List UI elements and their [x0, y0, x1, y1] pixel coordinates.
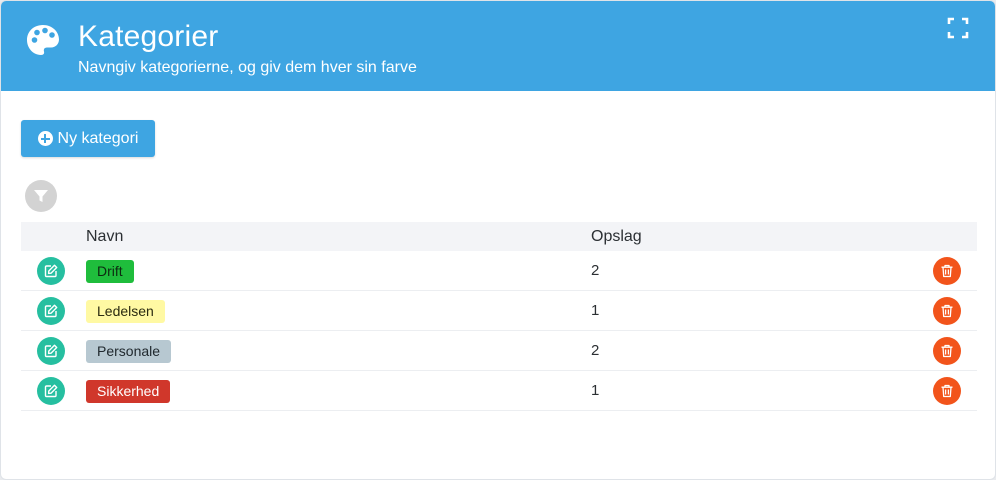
trash-icon	[941, 344, 953, 358]
edit-icon	[44, 344, 58, 358]
edit-button[interactable]	[37, 297, 65, 325]
table-row: Personale 2	[21, 331, 977, 371]
new-category-label: Ny kategori	[57, 129, 139, 147]
trash-icon	[941, 384, 953, 398]
edit-button[interactable]	[37, 257, 65, 285]
filter-icon	[34, 190, 48, 202]
plus-circle-icon	[37, 131, 53, 146]
edit-icon	[44, 384, 58, 398]
delete-button[interactable]	[933, 257, 961, 285]
page-title: Kategorier	[78, 20, 219, 53]
post-count: 2	[591, 262, 600, 279]
edit-icon	[44, 304, 58, 318]
category-tag: Drift	[86, 260, 134, 283]
column-header-name: Navn	[86, 228, 124, 245]
panel-header: Kategorier Navngiv kategorierne, og giv …	[1, 1, 995, 91]
trash-icon	[941, 304, 953, 318]
table-row: Ledelsen 1	[21, 291, 977, 331]
new-category-button[interactable]: Ny kategori	[21, 120, 155, 157]
table-row: Drift 2	[21, 251, 977, 291]
table-row: Sikkerhed 1	[21, 371, 977, 411]
category-tag: Personale	[86, 340, 172, 363]
fullscreen-icon[interactable]	[947, 17, 969, 39]
categories-table: Navn Opslag Drift 2 Ledelsen 1 Personale…	[21, 222, 977, 411]
page-subtitle: Navngiv kategorierne, og giv dem hver si…	[78, 59, 417, 76]
category-tag: Ledelsen	[86, 300, 165, 323]
delete-button[interactable]	[933, 297, 961, 325]
palette-icon	[27, 25, 59, 55]
column-header-posts: Opslag	[591, 228, 642, 245]
post-count: 1	[591, 382, 600, 399]
edit-button[interactable]	[37, 337, 65, 365]
categories-panel: Kategorier Navngiv kategorierne, og giv …	[0, 0, 996, 480]
post-count: 1	[591, 302, 600, 319]
filter-button[interactable]	[25, 180, 57, 212]
delete-button[interactable]	[933, 377, 961, 405]
table-header: Navn Opslag	[21, 222, 977, 251]
edit-icon	[44, 264, 58, 278]
edit-button[interactable]	[37, 377, 65, 405]
delete-button[interactable]	[933, 337, 961, 365]
post-count: 2	[591, 342, 600, 359]
category-tag: Sikkerhed	[86, 380, 171, 403]
trash-icon	[941, 264, 953, 278]
